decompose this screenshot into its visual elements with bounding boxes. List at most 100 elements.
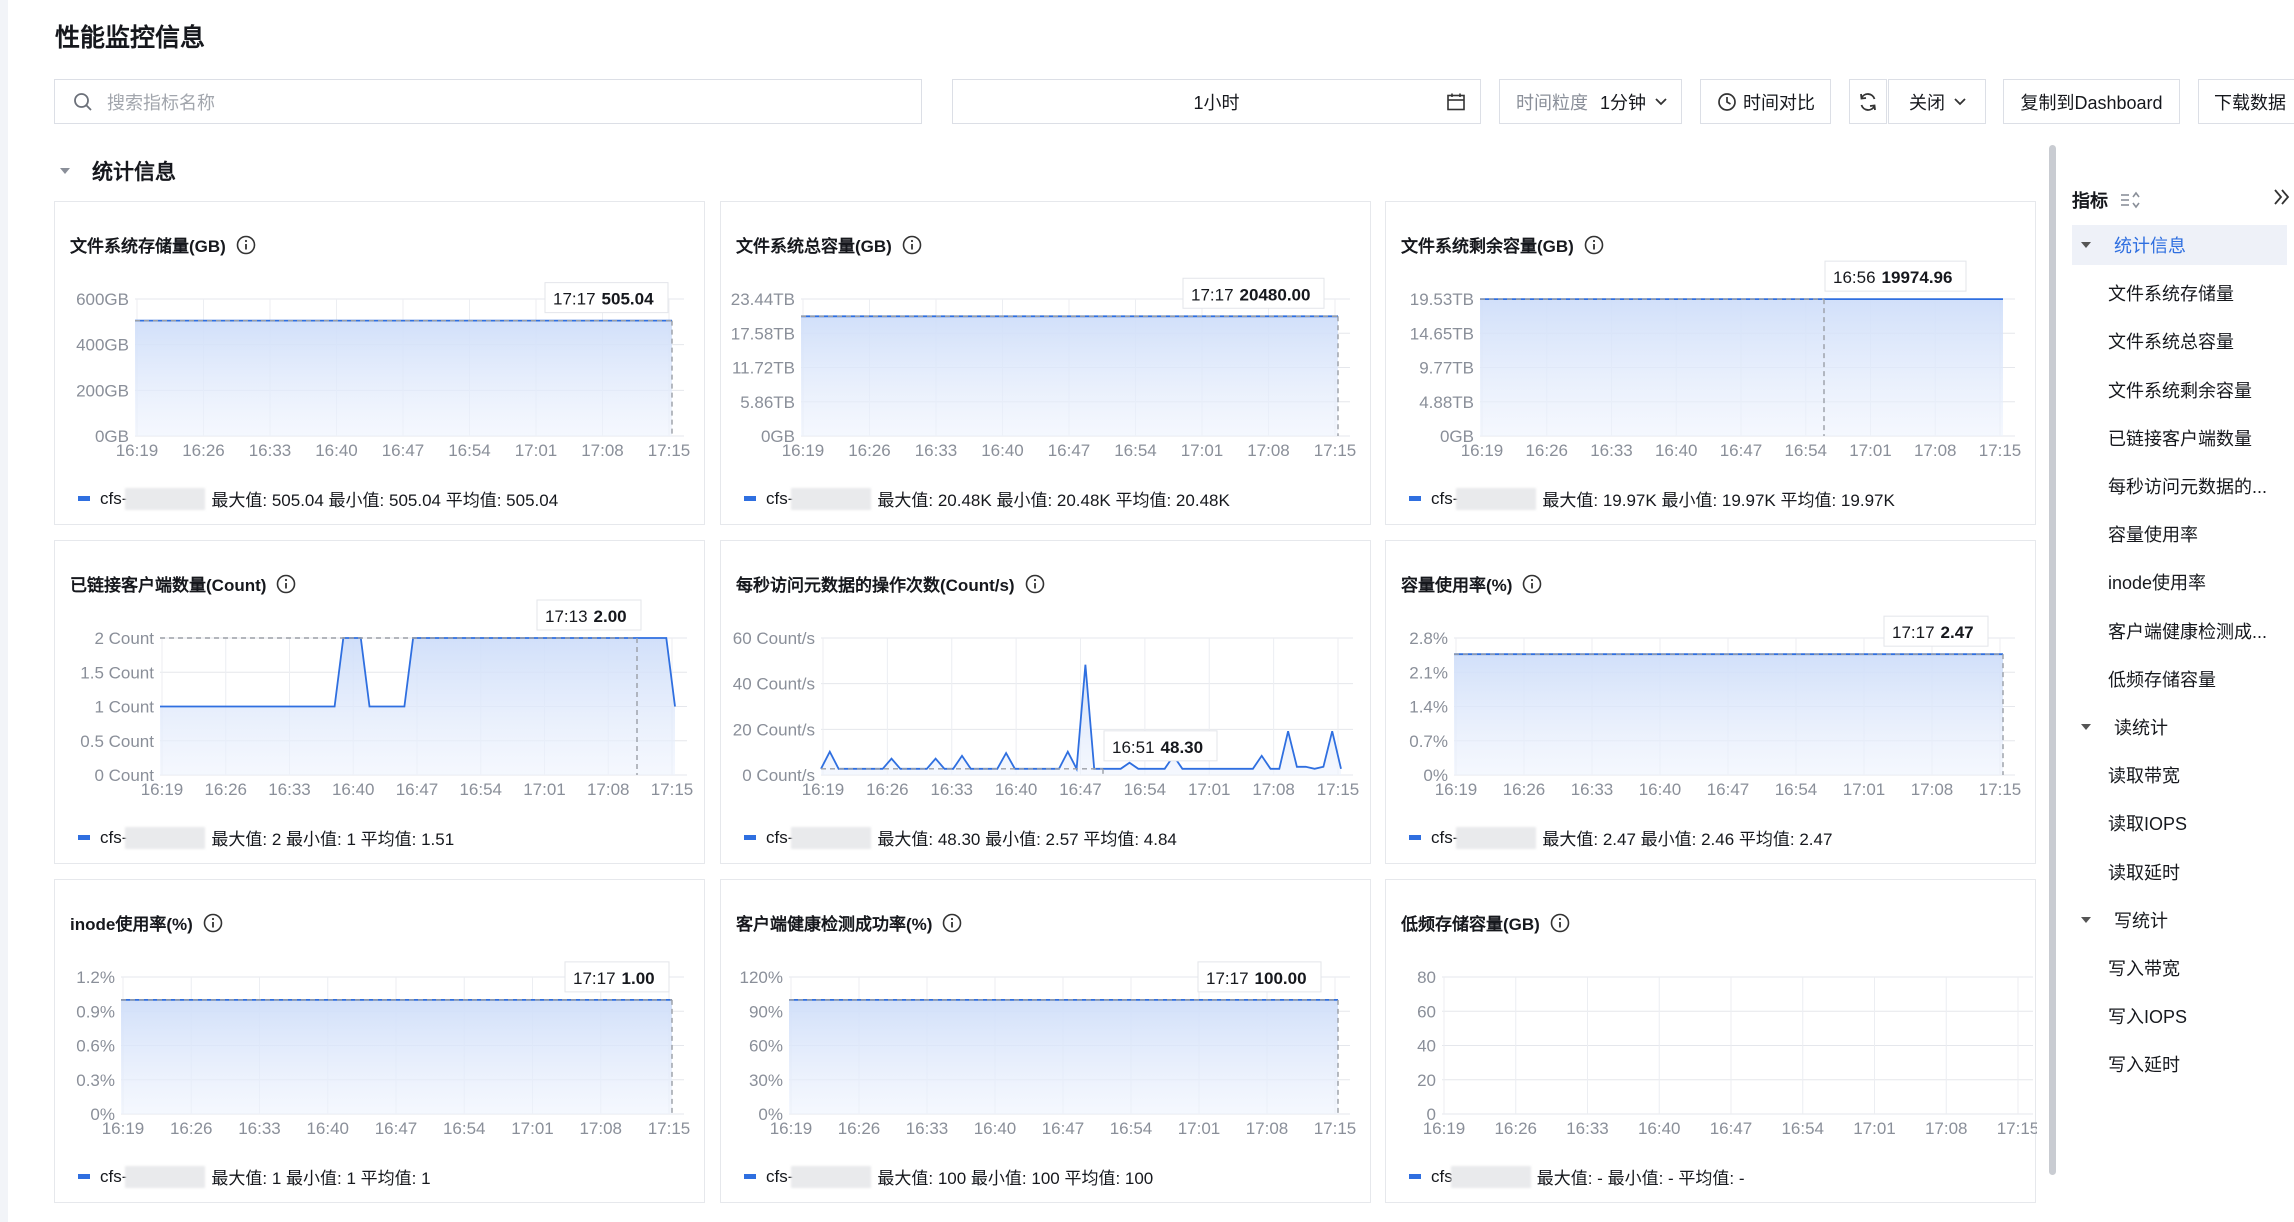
sidebar-item[interactable]: 低频存储容量: [2108, 659, 2288, 699]
y-tick-label: 5.86TB: [740, 393, 795, 412]
time-range-picker[interactable]: 1小时: [952, 79, 1481, 124]
sidebar-item[interactable]: 文件系统存储量: [2108, 273, 2288, 313]
hover-tooltip: 17:17 1.00: [564, 961, 670, 993]
clock-icon: [1718, 92, 1736, 111]
info-icon[interactable]: [203, 913, 223, 933]
chart-title: 文件系统剩余容量(GB): [1401, 237, 1574, 256]
sidebar-item[interactable]: 文件系统总容量: [2108, 321, 2288, 361]
x-tick-label: 17:08: [579, 1119, 622, 1138]
sidebar-item[interactable]: 写入IOPS: [2108, 996, 2288, 1036]
sidebar-item[interactable]: 已链接客户端数量: [2108, 418, 2288, 458]
collapse-sidebar-icon[interactable]: [2272, 188, 2292, 206]
copy-to-dashboard-button[interactable]: 复制到Dashboard: [2003, 79, 2180, 124]
refresh-button[interactable]: [1849, 79, 1887, 124]
x-tick-label: 17:15: [1979, 780, 2022, 799]
granularity-select[interactable]: 时间粒度 1分钟: [1499, 79, 1682, 124]
hover-tooltip: 17:17 2.47: [1883, 615, 1989, 647]
x-tick-label: 17:08: [587, 780, 630, 799]
chart-legend[interactable]: cfs- 最大值: 2 最小值: 1 平均值: 1.51: [78, 825, 454, 850]
download-data-label: 下载数据: [2214, 92, 2286, 113]
sidebar-item[interactable]: 读取带宽: [2108, 755, 2288, 795]
sidebar-item-label: 每秒访问元数据的...: [2108, 477, 2268, 497]
redacted-id: [791, 1165, 872, 1188]
sidebar-item-label: 读取IOPS: [2108, 814, 2188, 835]
y-tick-label: 1.5 Count: [80, 663, 154, 682]
sidebar-item-label: 文件系统总容量: [2108, 332, 2234, 353]
legend-swatch: [1409, 496, 1421, 501]
sidebar-item[interactable]: 每秒访问元数据的...: [2108, 466, 2288, 506]
download-data-button[interactable]: 下载数据: [2198, 79, 2294, 124]
x-tick-label: 17:15: [1979, 441, 2022, 460]
x-tick-label: 16:40: [1655, 441, 1698, 460]
sidebar-group[interactable]: 写统计: [2072, 900, 2287, 940]
chart-title-wrap: 容量使用率(%): [1401, 571, 1542, 596]
x-tick-label: 16:19: [782, 441, 825, 460]
x-tick-label: 16:40: [995, 780, 1038, 799]
sidebar-group[interactable]: 读统计: [2072, 707, 2287, 747]
section-header-statistics[interactable]: 统计信息: [58, 156, 176, 186]
legend-series-name: cfs-: [766, 1166, 794, 1186]
sidebar-item[interactable]: 容量使用率: [2108, 514, 2288, 554]
tooltip-value: 505.04: [602, 290, 655, 309]
x-tick-label: 16:19: [770, 1119, 813, 1138]
tooltip-value: 48.30: [1161, 738, 1204, 757]
tooltip-value: 1.00: [622, 969, 655, 988]
info-icon[interactable]: [1522, 574, 1542, 594]
sidebar-item[interactable]: 文件系统剩余容量: [2108, 370, 2288, 410]
hover-tooltip: 17:17 100.00: [1197, 961, 1322, 993]
info-icon[interactable]: [1550, 913, 1570, 933]
legend-stats: 最大值: 1 最小值: 1 平均值: 1: [211, 1169, 431, 1188]
y-tick-label: 0.6%: [76, 1037, 115, 1056]
chart-legend[interactable]: cfs- 最大值: 48.30 最小值: 2.57 平均值: 4.84: [744, 825, 1177, 850]
legend-stats: 最大值: - 最小值: - 平均值: -: [1536, 1169, 1745, 1188]
time-compare-button[interactable]: 时间对比: [1700, 79, 1831, 124]
caret-down-icon: [2081, 242, 2091, 248]
y-tick-label: 30%: [749, 1071, 783, 1090]
sidebar-group[interactable]: 统计信息: [2072, 225, 2287, 265]
legend-series-name: cfs-: [100, 1166, 128, 1186]
info-icon[interactable]: [942, 913, 962, 933]
chart-legend[interactable]: cfs- 最大值: 505.04 最小值: 505.04 平均值: 505.04: [78, 486, 558, 511]
legend-swatch: [78, 1174, 90, 1179]
info-icon[interactable]: [902, 235, 922, 255]
info-icon[interactable]: [236, 235, 256, 255]
sidebar-item[interactable]: 读取IOPS: [2108, 803, 2288, 843]
sidebar-item[interactable]: 写入带宽: [2108, 948, 2288, 988]
y-tick-label: 600GB: [76, 290, 129, 309]
sort-icon[interactable]: [2120, 191, 2142, 209]
legend-swatch: [78, 496, 90, 501]
x-tick-label: 17:15: [1317, 780, 1360, 799]
info-icon[interactable]: [276, 574, 296, 594]
chart-legend[interactable]: cfs- 最大值: 19.97K 最小值: 19.97K 平均值: 19.97K: [1409, 486, 1895, 511]
sidebar-item[interactable]: 读取延时: [2108, 852, 2288, 892]
chart-legend[interactable]: cfs- 最大值: 1 最小值: 1 平均值: 1: [78, 1164, 431, 1189]
chart-legend[interactable]: cfs 最大值: - 最小值: - 平均值: -: [1409, 1164, 1745, 1189]
info-icon[interactable]: [1025, 574, 1045, 594]
sidebar-item[interactable]: 写入延时: [2108, 1044, 2288, 1084]
page-title: 性能监控信息: [55, 24, 206, 52]
x-tick-label: 16:26: [182, 441, 225, 460]
legend-series-name: cfs-: [766, 827, 794, 847]
sidebar-item[interactable]: inode使用率: [2108, 562, 2288, 602]
legend-series-name: cfs-: [1431, 488, 1459, 508]
chart-title-wrap: 已链接客户端数量(Count): [70, 571, 296, 596]
y-tick-label: 2 Count: [94, 629, 154, 648]
legend-series-name: cfs: [1431, 1166, 1453, 1186]
x-tick-label: 16:26: [1494, 1119, 1537, 1138]
x-tick-label: 16:19: [1461, 441, 1504, 460]
chart-legend[interactable]: cfs- 最大值: 20.48K 最小值: 20.48K 平均值: 20.48K: [744, 486, 1230, 511]
x-tick-label: 17:01: [1853, 1119, 1896, 1138]
hover-tooltip: 17:13 2.00: [536, 599, 642, 631]
chart-title-wrap: 每秒访问元数据的操作次数(Count/s): [736, 571, 1045, 596]
scrollbar[interactable]: [2049, 145, 2056, 1175]
chart-legend[interactable]: cfs- 最大值: 100 最小值: 100 平均值: 100: [744, 1164, 1153, 1189]
info-icon[interactable]: [1584, 235, 1604, 255]
auto-refresh-select[interactable]: 关闭: [1888, 79, 1986, 124]
redacted-id: [125, 1165, 206, 1188]
chart-legend[interactable]: cfs- 最大值: 2.47 最小值: 2.46 平均值: 2.47: [1409, 825, 1832, 850]
sidebar-item[interactable]: 客户端健康检测成...: [2108, 611, 2288, 651]
x-tick-label: 16:19: [102, 1119, 145, 1138]
metric-search-input[interactable]: 搜索指标名称: [54, 79, 922, 124]
y-tick-label: 90%: [749, 1002, 783, 1021]
x-tick-label: 16:33: [238, 1119, 281, 1138]
